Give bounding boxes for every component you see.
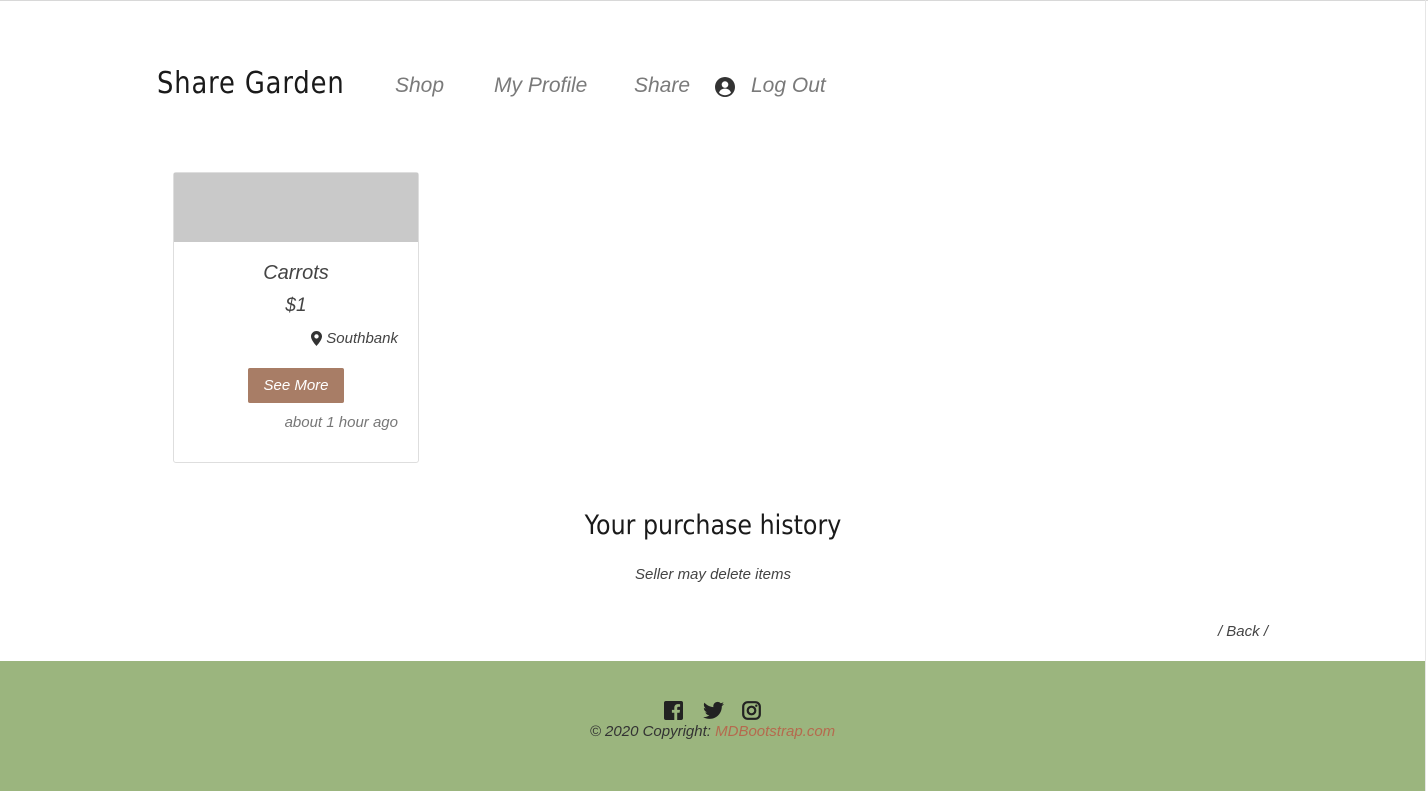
see-more-button[interactable]: See More	[248, 368, 344, 403]
copyright: © 2020 Copyright: MDBootstrap.com	[0, 723, 1425, 740]
back-link[interactable]: / Back /	[1218, 623, 1268, 640]
nav-shop-link[interactable]: Shop	[395, 74, 444, 98]
facebook-icon[interactable]	[664, 701, 683, 720]
product-card: Carrots $1 Southbank See More about 1 ho…	[173, 172, 419, 463]
purchase-history-title: Your purchase history	[584, 510, 842, 541]
user-circle-icon	[715, 77, 735, 97]
footer: © 2020 Copyright: MDBootstrap.com	[0, 661, 1425, 791]
right-border	[1425, 0, 1426, 791]
product-time-posted: about 1 hour ago	[284, 414, 398, 431]
product-location: Southbank	[311, 330, 398, 347]
product-image-placeholder	[174, 173, 418, 242]
twitter-icon[interactable]	[703, 701, 724, 720]
purchase-history-subtitle: Seller may delete items	[635, 566, 791, 583]
map-pin-icon	[311, 331, 323, 346]
instagram-icon[interactable]	[742, 701, 761, 720]
nav-logout-link[interactable]: Log Out	[751, 74, 826, 98]
nav-my-profile-link[interactable]: My Profile	[494, 74, 587, 98]
top-border	[0, 0, 1428, 1]
social-links	[0, 701, 1425, 720]
copyright-link[interactable]: MDBootstrap.com	[715, 723, 835, 740]
copyright-text: © 2020 Copyright:	[589, 723, 711, 740]
product-title: Carrots	[263, 262, 329, 284]
product-location-text: Southbank	[326, 330, 398, 347]
product-price: $1	[285, 295, 307, 316]
nav-share-link[interactable]: Share	[634, 74, 690, 98]
brand-logo[interactable]: Share Garden	[157, 66, 345, 101]
